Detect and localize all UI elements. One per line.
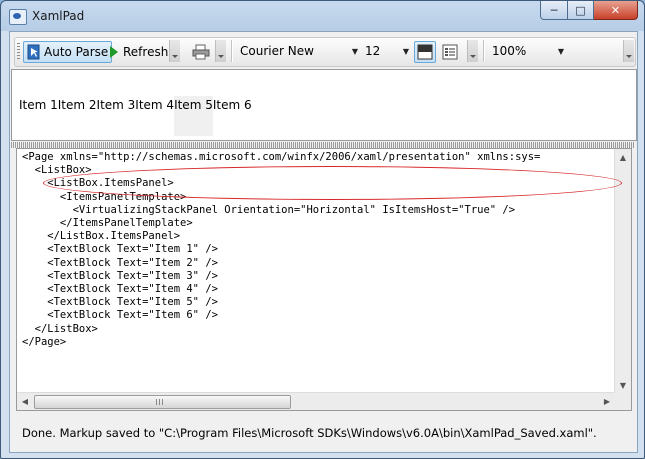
code-line[interactable]: <TextBlock Text="Item 4" /> [22, 283, 218, 295]
horizontal-scrollbar[interactable]: ◀ ▶ [17, 392, 615, 410]
client-area: Auto Parse Refresh Courier New ▼ 12 ▼ 10… [9, 31, 638, 453]
zoom-combo[interactable]: 100% ▼ [492, 41, 564, 61]
list-item[interactable]: Item 4 [135, 96, 174, 136]
horizontal-scroll-thumb[interactable] [34, 395, 291, 409]
code-line[interactable]: <TextBlock Text="Item 1" /> [22, 243, 218, 255]
auto-parse-label: Auto Parse [44, 45, 109, 59]
close-button[interactable]: ✕ [594, 1, 638, 20]
app-window: XamlPad ─ □ ✕ Auto Parse Refresh Courier… [0, 0, 645, 459]
list-item[interactable]: Item 5 [174, 96, 213, 136]
refresh-button[interactable]: Refresh [105, 41, 172, 63]
toolbar-overflow-3[interactable] [467, 40, 478, 62]
list-item[interactable]: Item 1 [19, 96, 58, 136]
font-size-combo[interactable]: 12 ▼ [365, 41, 409, 61]
toolbar-separator [483, 40, 485, 62]
code-line[interactable]: <TextBlock Text="Item 6" /> [22, 309, 218, 321]
code-line[interactable]: <TextBlock Text="Item 5" /> [22, 296, 218, 308]
properties-button[interactable] [439, 41, 461, 63]
code-line[interactable]: <TextBlock Text="Item 2" /> [22, 257, 218, 269]
auto-parse-button[interactable]: Auto Parse [23, 41, 113, 63]
code-line[interactable]: </ListBox.ItemsPanel> [22, 230, 180, 242]
scroll-down-icon[interactable]: ▼ [615, 377, 631, 393]
code-line[interactable]: </ListBox> [22, 323, 98, 335]
toolbar-overflow-1[interactable] [169, 40, 180, 62]
printer-icon [192, 44, 210, 60]
toolbar-separator [231, 40, 233, 62]
preview-pane: Item 1 Item 2 Item 3 Item 4 Item 5 Item … [11, 69, 637, 141]
chevron-down-icon: ▼ [557, 46, 564, 56]
scroll-up-icon[interactable]: ▲ [615, 149, 631, 165]
font-family-value: Courier New [240, 44, 314, 58]
toolbar-overflow-2[interactable] [215, 40, 226, 62]
list-item[interactable]: Item 6 [213, 96, 252, 136]
annotation-ellipse [43, 166, 622, 200]
code-line[interactable]: <TextBlock Text="Item 3" /> [22, 270, 218, 282]
layout-toggle-button[interactable] [414, 41, 436, 63]
code-line[interactable]: </Page> [22, 336, 66, 348]
toolbar: Auto Parse Refresh Courier New ▼ 12 ▼ 10… [14, 37, 636, 67]
scroll-left-icon[interactable]: ◀ [17, 393, 33, 410]
code-line[interactable]: <VirtualizingStackPanel Orientation="Hor… [22, 204, 516, 216]
toolbar-overflow-4[interactable] [623, 40, 634, 62]
font-family-combo[interactable]: Courier New ▼ [240, 41, 358, 61]
status-text: Done. Markup saved to "C:\Program Files\… [22, 426, 597, 440]
font-size-value: 12 [365, 44, 381, 58]
scrollbar-corner [615, 393, 631, 410]
window-controls: ─ □ ✕ [540, 1, 638, 21]
title-bar[interactable]: XamlPad ─ □ ✕ [1, 1, 644, 31]
minimize-button[interactable]: ─ [540, 1, 568, 20]
auto-parse-icon [27, 44, 40, 60]
chevron-down-icon: ▼ [402, 46, 409, 56]
listbox: Item 1 Item 2 Item 3 Item 4 Item 5 Item … [19, 96, 252, 136]
print-button[interactable] [188, 41, 214, 63]
list-view-icon [442, 44, 458, 60]
xamlpad-app-icon[interactable] [9, 9, 27, 25]
maximize-button[interactable]: □ [568, 1, 594, 20]
scroll-right-icon[interactable]: ▶ [599, 393, 615, 410]
zoom-value: 100% [492, 44, 527, 58]
window-layout-icon [417, 44, 433, 60]
code-line[interactable]: <Page xmlns="http://schemas.microsoft.co… [22, 151, 540, 163]
code-line[interactable]: </ItemsPanelTemplate> [22, 217, 193, 229]
play-icon [110, 46, 118, 58]
refresh-label: Refresh [123, 45, 169, 59]
toolbar-grip[interactable] [17, 43, 20, 61]
window-title: XamlPad [32, 9, 85, 23]
list-item[interactable]: Item 3 [97, 96, 136, 136]
chevron-down-icon: ▼ [351, 46, 358, 56]
list-item[interactable]: Item 2 [58, 96, 97, 136]
